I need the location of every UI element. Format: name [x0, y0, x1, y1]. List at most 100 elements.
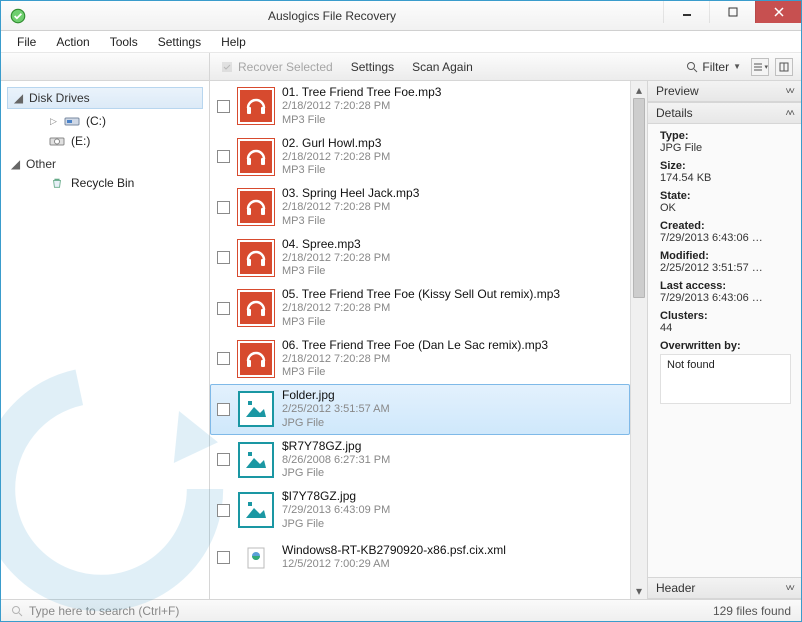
window-controls [663, 1, 801, 23]
file-row[interactable]: 06. Tree Friend Tree Foe (Dan Le Sac rem… [210, 334, 630, 385]
header-section-header[interactable]: Header ˅˅ [648, 577, 801, 599]
other-label: Other [26, 157, 56, 171]
file-row[interactable]: Folder.jpg2/25/2012 3:51:57 AMJPG File [210, 384, 630, 435]
view-mode-detail-button[interactable] [775, 58, 793, 76]
file-row[interactable]: 04. Spree.mp32/18/2012 7:20:28 PMMP3 Fil… [210, 233, 630, 284]
row-text: Windows8-RT-KB2790920-x86.psf.cix.xml12/… [282, 543, 506, 572]
filter-button[interactable]: Filter ▼ [682, 58, 745, 76]
file-type: MP3 File [282, 114, 441, 128]
row-text: Folder.jpg2/25/2012 3:51:57 AMJPG File [282, 388, 390, 431]
tree-e-drive[interactable]: (E:) [1, 131, 209, 151]
file-row[interactable]: 05. Tree Friend Tree Foe (Kissy Sell Out… [210, 283, 630, 334]
tree-disk-drives[interactable]: ◢ Disk Drives [7, 87, 203, 109]
mp3-thumb-icon [238, 88, 274, 124]
magnifier-icon [686, 61, 698, 73]
menu-settings[interactable]: Settings [150, 33, 209, 51]
row-text: 01. Tree Friend Tree Foe.mp32/18/2012 7:… [282, 85, 441, 128]
mp3-thumb-icon [238, 139, 274, 175]
view-mode-list-button[interactable]: ▾ [751, 58, 769, 76]
body: ◢ Disk Drives ▷ (C:) (E:) ◢ Other [1, 81, 801, 599]
file-row[interactable]: 01. Tree Friend Tree Foe.mp32/18/2012 7:… [210, 81, 630, 132]
file-type: JPG File [282, 518, 390, 532]
file-type: MP3 File [282, 164, 390, 178]
row-checkbox[interactable] [217, 504, 230, 517]
file-date: 2/18/2012 7:20:28 PM [282, 252, 390, 266]
file-date: 2/18/2012 7:20:28 PM [282, 353, 548, 367]
overwritten-value: Not found [667, 359, 715, 371]
minimize-button[interactable] [663, 1, 709, 23]
file-date: 2/25/2012 3:51:57 AM [282, 403, 390, 417]
file-list: 01. Tree Friend Tree Foe.mp32/18/2012 7:… [210, 81, 648, 599]
file-type: MP3 File [282, 215, 419, 229]
menu-action[interactable]: Action [48, 33, 97, 51]
row-checkbox[interactable] [217, 150, 230, 163]
caret-down-icon: ◢ [11, 160, 20, 169]
file-row[interactable]: $R7Y78GZ.jpg8/26/2008 6:27:31 PMJPG File [210, 435, 630, 486]
sidebar: ◢ Disk Drives ▷ (C:) (E:) ◢ Other [1, 81, 210, 599]
scroll-down-button[interactable]: ▾ [631, 582, 647, 599]
expand-icon: ˅˅ [785, 86, 793, 97]
decorative-swoosh [0, 359, 231, 619]
tree-c-drive[interactable]: ▷ (C:) [1, 111, 209, 131]
scroll-track[interactable] [631, 98, 647, 582]
file-row[interactable]: 03. Spring Heel Jack.mp32/18/2012 7:20:2… [210, 182, 630, 233]
row-checkbox[interactable] [217, 251, 230, 264]
expand-icon: ˅˅ [785, 583, 793, 594]
tree-recycle-bin[interactable]: Recycle Bin [1, 173, 209, 193]
toolbar-scan-again[interactable]: Scan Again [408, 58, 477, 76]
row-text: $I7Y78GZ.jpg7/29/2013 6:43:09 PMJPG File [282, 489, 390, 532]
row-checkbox[interactable] [217, 551, 230, 564]
maximize-button[interactable] [709, 1, 755, 23]
cd-drive-icon [49, 135, 65, 147]
file-name: 03. Spring Heel Jack.mp3 [282, 186, 419, 201]
file-date: 2/18/2012 7:20:28 PM [282, 302, 560, 316]
row-checkbox[interactable] [217, 453, 230, 466]
toolbar: Recover Selected Settings Scan Again Fil… [1, 53, 801, 81]
file-name: 04. Spree.mp3 [282, 237, 390, 252]
file-date: 12/5/2012 7:00:29 AM [282, 558, 506, 572]
scrollbar[interactable]: ▴ ▾ [630, 81, 647, 599]
modified-value: 2/25/2012 3:51:57 … [660, 262, 763, 274]
file-date: 8/26/2008 6:27:31 PM [282, 454, 390, 468]
search-icon [11, 605, 23, 617]
row-checkbox[interactable] [217, 100, 230, 113]
toolbar-settings[interactable]: Settings [347, 58, 398, 76]
menu-file[interactable]: File [9, 33, 44, 51]
row-checkbox[interactable] [217, 302, 230, 315]
row-text: 02. Gurl Howl.mp32/18/2012 7:20:28 PMMP3… [282, 136, 390, 179]
menu-tools[interactable]: Tools [102, 33, 146, 51]
row-checkbox[interactable] [217, 352, 230, 365]
main: 01. Tree Friend Tree Foe.mp32/18/2012 7:… [210, 81, 801, 599]
app-window: Auslogics File Recovery File Action Tool… [0, 0, 802, 622]
file-type: MP3 File [282, 366, 548, 380]
menu-help[interactable]: Help [213, 33, 254, 51]
type-value: JPG File [660, 142, 702, 154]
file-row[interactable]: $I7Y78GZ.jpg7/29/2013 6:43:09 PMJPG File [210, 485, 630, 536]
c-drive-label: (C:) [86, 114, 106, 128]
preview-section-header[interactable]: Preview ˅˅ [648, 81, 801, 102]
row-checkbox[interactable] [217, 201, 230, 214]
close-button[interactable] [755, 1, 801, 23]
scroll-up-button[interactable]: ▴ [631, 81, 647, 98]
file-row[interactable]: 02. Gurl Howl.mp32/18/2012 7:20:28 PMMP3… [210, 132, 630, 183]
row-checkbox[interactable] [217, 403, 230, 416]
window-title: Auslogics File Recovery [1, 9, 663, 23]
menubar: File Action Tools Settings Help [1, 31, 801, 53]
jpg-thumb-icon [238, 492, 274, 528]
xml-thumb-icon [238, 540, 274, 576]
state-value: OK [660, 202, 676, 214]
row-text: $R7Y78GZ.jpg8/26/2008 6:27:31 PMJPG File [282, 439, 390, 482]
file-list-inner[interactable]: 01. Tree Friend Tree Foe.mp32/18/2012 7:… [210, 81, 647, 599]
row-text: 06. Tree Friend Tree Foe (Dan Le Sac rem… [282, 338, 548, 381]
scroll-thumb[interactable] [633, 98, 645, 298]
file-row[interactable]: Windows8-RT-KB2790920-x86.psf.cix.xml12/… [210, 536, 630, 580]
file-name: 06. Tree Friend Tree Foe (Dan Le Sac rem… [282, 338, 548, 353]
tree-other[interactable]: ◢ Other [7, 155, 203, 173]
disk-icon [64, 115, 80, 127]
mp3-thumb-icon [238, 290, 274, 326]
size-label: Size: [660, 160, 686, 172]
file-date: 7/29/2013 6:43:09 PM [282, 504, 390, 518]
details-section-header[interactable]: Details ˄˄ [648, 102, 801, 124]
row-text: 04. Spree.mp32/18/2012 7:20:28 PMMP3 Fil… [282, 237, 390, 280]
recover-selected-button[interactable]: Recover Selected [216, 58, 337, 76]
